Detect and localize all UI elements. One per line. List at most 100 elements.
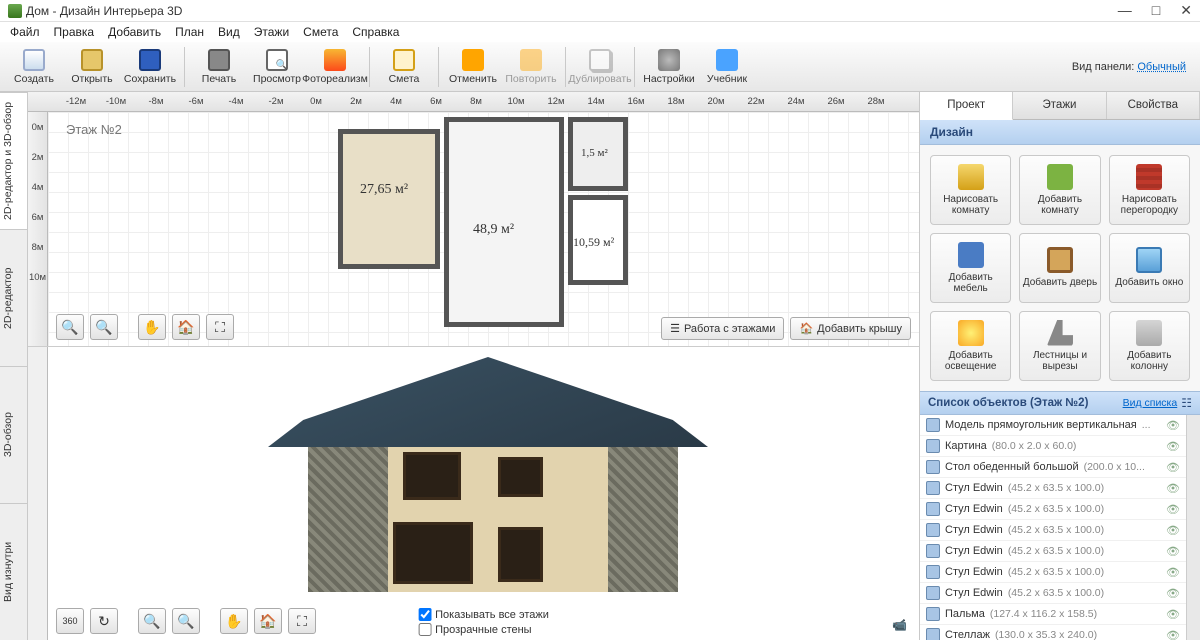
ruler-horizontal: -12м-10м-8м-6м-4м-2м0м2м4м6м8м10м12м14м1… xyxy=(28,92,919,112)
render-3d-canvas[interactable]: 360 ↻ 🔍 🔍 ✋ 🏠 ⛶ Показывать все этажи Про… xyxy=(48,347,919,640)
list-view-icon[interactable]: ☷ xyxy=(1181,396,1192,410)
menu-Файл[interactable]: Файл xyxy=(10,25,40,39)
visibility-icon[interactable]: 👁 xyxy=(1166,482,1180,495)
object-icon xyxy=(926,586,940,600)
zoom-in-button[interactable]: 🔍 xyxy=(90,314,118,340)
home-3d-button[interactable]: 🏠 xyxy=(254,608,282,634)
design-card[interactable]: Добавить окно xyxy=(1109,233,1190,303)
undo-icon xyxy=(462,49,484,71)
side-tab-Этажи[interactable]: Этажи xyxy=(1013,92,1106,119)
save-button[interactable]: Сохранить xyxy=(122,44,178,90)
menu-Смета[interactable]: Смета xyxy=(303,25,338,39)
room-area-2: 48,9 м² xyxy=(473,222,514,238)
scrollbar[interactable] xyxy=(1186,415,1200,640)
vtab-3[interactable]: Вид изнутри xyxy=(0,503,27,640)
visibility-icon[interactable]: 👁 xyxy=(1166,629,1180,640)
view-list-link[interactable]: Вид списка xyxy=(1123,397,1178,409)
add-roof-button[interactable]: 🏠Добавить крышу xyxy=(790,317,911,340)
orbit-button[interactable]: ↻ xyxy=(90,608,118,634)
minimize-button[interactable]: — xyxy=(1118,2,1132,19)
object-list-item[interactable]: Стул Edwin (45.2 x 63.5 x 100.0)👁 xyxy=(920,583,1186,604)
zoom-out-button[interactable]: 🔍 xyxy=(56,314,84,340)
object-list-item[interactable]: Пальма (127.4 x 116.2 x 158.5)👁 xyxy=(920,604,1186,625)
object-list-item[interactable]: Картина (80.0 x 2.0 x 60.0)👁 xyxy=(920,436,1186,457)
menu-Правка[interactable]: Правка xyxy=(54,25,95,39)
photo-button[interactable]: Фотореализм xyxy=(307,44,363,90)
photo-icon xyxy=(324,49,346,71)
undo-button[interactable]: Отменить xyxy=(445,44,501,90)
visibility-icon[interactable]: 👁 xyxy=(1166,419,1180,432)
settings-button[interactable]: Настройки xyxy=(641,44,697,90)
design-card[interactable]: Добавить комнату xyxy=(1019,155,1100,225)
transparent-walls-checkbox[interactable]: Прозрачные стены xyxy=(418,623,549,636)
menu-Вид[interactable]: Вид xyxy=(218,25,240,39)
object-list-item[interactable]: Стеллаж (130.0 x 35.3 x 240.0)👁 xyxy=(920,625,1186,640)
floorplan-canvas[interactable]: Этаж №2 27,65 м² 48,9 м² 1,5 м² 10,59 м²… xyxy=(48,112,919,346)
design-card[interactable]: Добавить колонну xyxy=(1109,311,1190,381)
menu-Этажи[interactable]: Этажи xyxy=(254,25,289,39)
visibility-icon[interactable]: 👁 xyxy=(1166,545,1180,558)
visibility-icon[interactable]: 👁 xyxy=(1166,587,1180,600)
maximize-button[interactable]: □ xyxy=(1152,2,1160,19)
object-list[interactable]: Модель прямоугольник вертикальная ...👁Ка… xyxy=(920,415,1186,640)
object-icon xyxy=(926,502,940,516)
smeta-button[interactable]: Смета xyxy=(376,44,432,90)
visibility-icon[interactable]: 👁 xyxy=(1166,503,1180,516)
object-list-item[interactable]: Стул Edwin (45.2 x 63.5 x 100.0)👁 xyxy=(920,478,1186,499)
visibility-icon[interactable]: 👁 xyxy=(1166,461,1180,474)
house-3d-model[interactable] xyxy=(228,357,748,607)
floor-label: Этаж №2 xyxy=(56,118,132,141)
zoom-in-3d-button[interactable]: 🔍 xyxy=(172,608,200,634)
menu-План[interactable]: План xyxy=(175,25,204,39)
print-button[interactable]: Печать xyxy=(191,44,247,90)
menu-Справка[interactable]: Справка xyxy=(352,25,399,39)
close-button[interactable]: ✕ xyxy=(1180,2,1192,19)
vtab-0[interactable]: 2D-редактор и 3D-обзор xyxy=(0,92,27,229)
smeta-icon xyxy=(393,49,415,71)
open-button[interactable]: Открыть xyxy=(64,44,120,90)
side-tab-Проект[interactable]: Проект xyxy=(920,92,1013,120)
pan-3d-button[interactable]: ✋ xyxy=(220,608,248,634)
object-list-item[interactable]: Стол обеденный большой (200.0 x 10...👁 xyxy=(920,457,1186,478)
show-all-floors-checkbox[interactable]: Показывать все этажи xyxy=(418,608,549,621)
object-list-item[interactable]: Стул Edwin (45.2 x 63.5 x 100.0)👁 xyxy=(920,520,1186,541)
fit-button[interactable]: ⛶ xyxy=(206,314,234,340)
design-card[interactable]: Добавить мебель xyxy=(930,233,1011,303)
side-tab-Свойства[interactable]: Свойства xyxy=(1107,92,1200,119)
pan-button[interactable]: ✋ xyxy=(138,314,166,340)
view-3d[interactable]: 360 ↻ 🔍 🔍 ✋ 🏠 ⛶ Показывать все этажи Про… xyxy=(28,347,919,640)
visibility-icon[interactable]: 👁 xyxy=(1166,608,1180,621)
floors-work-button[interactable]: ☰Работа с этажами xyxy=(661,317,784,340)
object-list-item[interactable]: Стул Edwin (45.2 x 63.5 x 100.0)👁 xyxy=(920,541,1186,562)
panel-mode-link[interactable]: Обычный xyxy=(1137,61,1186,73)
zoom-out-3d-button[interactable]: 🔍 xyxy=(138,608,166,634)
menu-Добавить[interactable]: Добавить xyxy=(108,25,161,39)
floor-plan: 27,65 м² 48,9 м² 1,5 м² 10,59 м² xyxy=(338,117,638,322)
object-list-item[interactable]: Стул Edwin (45.2 x 63.5 x 100.0)👁 xyxy=(920,499,1186,520)
home-button[interactable]: 🏠 xyxy=(172,314,200,340)
preview-icon xyxy=(266,49,288,71)
design-card[interactable]: Добавить освещение xyxy=(930,311,1011,381)
room-1[interactable] xyxy=(338,129,440,269)
view-2d[interactable]: 0м2м4м6м8м10м Этаж №2 27,65 м² 48,9 м² 1… xyxy=(28,112,919,347)
visibility-icon[interactable]: 👁 xyxy=(1166,440,1180,453)
vtab-1[interactable]: 2D-редактор xyxy=(0,229,27,366)
fit-3d-button[interactable]: ⛶ xyxy=(288,608,316,634)
visibility-icon[interactable]: 👁 xyxy=(1166,524,1180,537)
preview-button[interactable]: Просмотр xyxy=(249,44,305,90)
object-list-item[interactable]: Стул Edwin (45.2 x 63.5 x 100.0)👁 xyxy=(920,562,1186,583)
object-list-header: Список объектов (Этаж №2) Вид списка ☷ xyxy=(920,391,1200,415)
new-button[interactable]: Создать xyxy=(6,44,62,90)
object-list-item[interactable]: Модель прямоугольник вертикальная ...👁 xyxy=(920,415,1186,436)
vtab-2[interactable]: 3D-обзор xyxy=(0,366,27,503)
visibility-icon[interactable]: 👁 xyxy=(1166,566,1180,579)
design-card[interactable]: Нарисовать комнату xyxy=(930,155,1011,225)
camera-icon[interactable]: 📹 xyxy=(892,618,907,632)
design-card[interactable]: Нарисовать перегородку xyxy=(1109,155,1190,225)
layers-icon: ☰ xyxy=(670,322,680,335)
menubar: Файл Правка Добавить План Вид Этажи Смета Справ… xyxy=(0,22,1200,42)
tutorial-button[interactable]: Учебник xyxy=(699,44,755,90)
rotate-360-button[interactable]: 360 xyxy=(56,608,84,634)
design-card[interactable]: Лестницы и вырезы xyxy=(1019,311,1100,381)
design-card[interactable]: Добавить дверь xyxy=(1019,233,1100,303)
